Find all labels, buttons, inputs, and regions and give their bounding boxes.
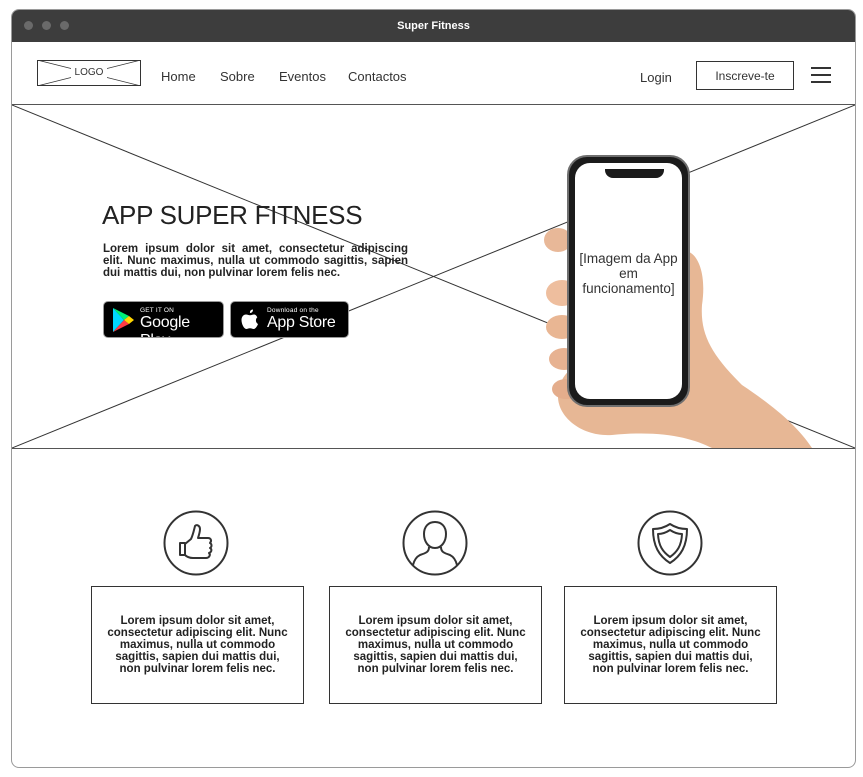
nav-eventos[interactable]: Eventos: [279, 69, 326, 84]
window-title: Super Fitness: [397, 20, 470, 32]
title-bar: Super Fitness: [12, 10, 855, 42]
thumbs-up-icon: [163, 510, 229, 576]
nav-contactos[interactable]: Contactos: [348, 69, 407, 84]
login-link[interactable]: Login: [640, 70, 672, 85]
google-play-button[interactable]: GET IT ON Google Play: [103, 301, 224, 338]
browser-window: Super Fitness LOGO Home Sobre Eventos Co…: [11, 9, 856, 768]
feature-box-3: Lorem ipsum dolor sit amet, consectetur …: [564, 586, 777, 704]
phone-frame: [Imagem da App em funcionamento]: [567, 155, 690, 407]
google-play-small-text: GET IT ON: [140, 307, 175, 314]
apple-icon: [241, 309, 258, 329]
app-store-button[interactable]: Download on the App Store: [230, 301, 349, 338]
phone-notch: [605, 169, 664, 178]
shield-icon: [637, 510, 703, 576]
logo-text: LOGO: [74, 67, 104, 78]
feature-text-3: Lorem ipsum dolor sit amet, consectetur …: [580, 615, 761, 675]
hamburger-menu-icon[interactable]: [811, 67, 831, 83]
google-play-icon: [113, 308, 134, 332]
hero-title: APP SUPER FITNESS: [102, 200, 363, 230]
google-play-big-text: Google Play: [140, 314, 190, 337]
nav-home[interactable]: Home: [161, 69, 196, 84]
user-icon: [402, 510, 468, 576]
hero-section: APP SUPER FITNESS Lorem ipsum dolor sit …: [12, 105, 855, 449]
logo-placeholder[interactable]: LOGO: [37, 60, 141, 86]
feature-text-2: Lorem ipsum dolor sit amet, consectetur …: [345, 615, 526, 675]
signup-button[interactable]: Inscreve-te: [696, 61, 794, 90]
app-store-big-text: App Store: [267, 314, 336, 331]
app-store-small-text: Download on the: [267, 307, 319, 314]
phone-screen: [Imagem da App em funcionamento]: [575, 163, 682, 399]
phone-screen-caption: [Imagem da App em funcionamento]: [579, 251, 678, 296]
feature-text-1: Lorem ipsum dolor sit amet, consectetur …: [107, 615, 288, 675]
hero-text: Lorem ipsum dolor sit amet, consectetur …: [103, 243, 408, 279]
navbar: LOGO Home Sobre Eventos Contactos Login …: [12, 42, 855, 105]
nav-sobre[interactable]: Sobre: [220, 69, 255, 84]
phone-mockup: [Imagem da App em funcionamento]: [542, 155, 812, 448]
feature-box-2: Lorem ipsum dolor sit amet, consectetur …: [329, 586, 542, 704]
feature-box-1: Lorem ipsum dolor sit amet, consectetur …: [91, 586, 304, 704]
